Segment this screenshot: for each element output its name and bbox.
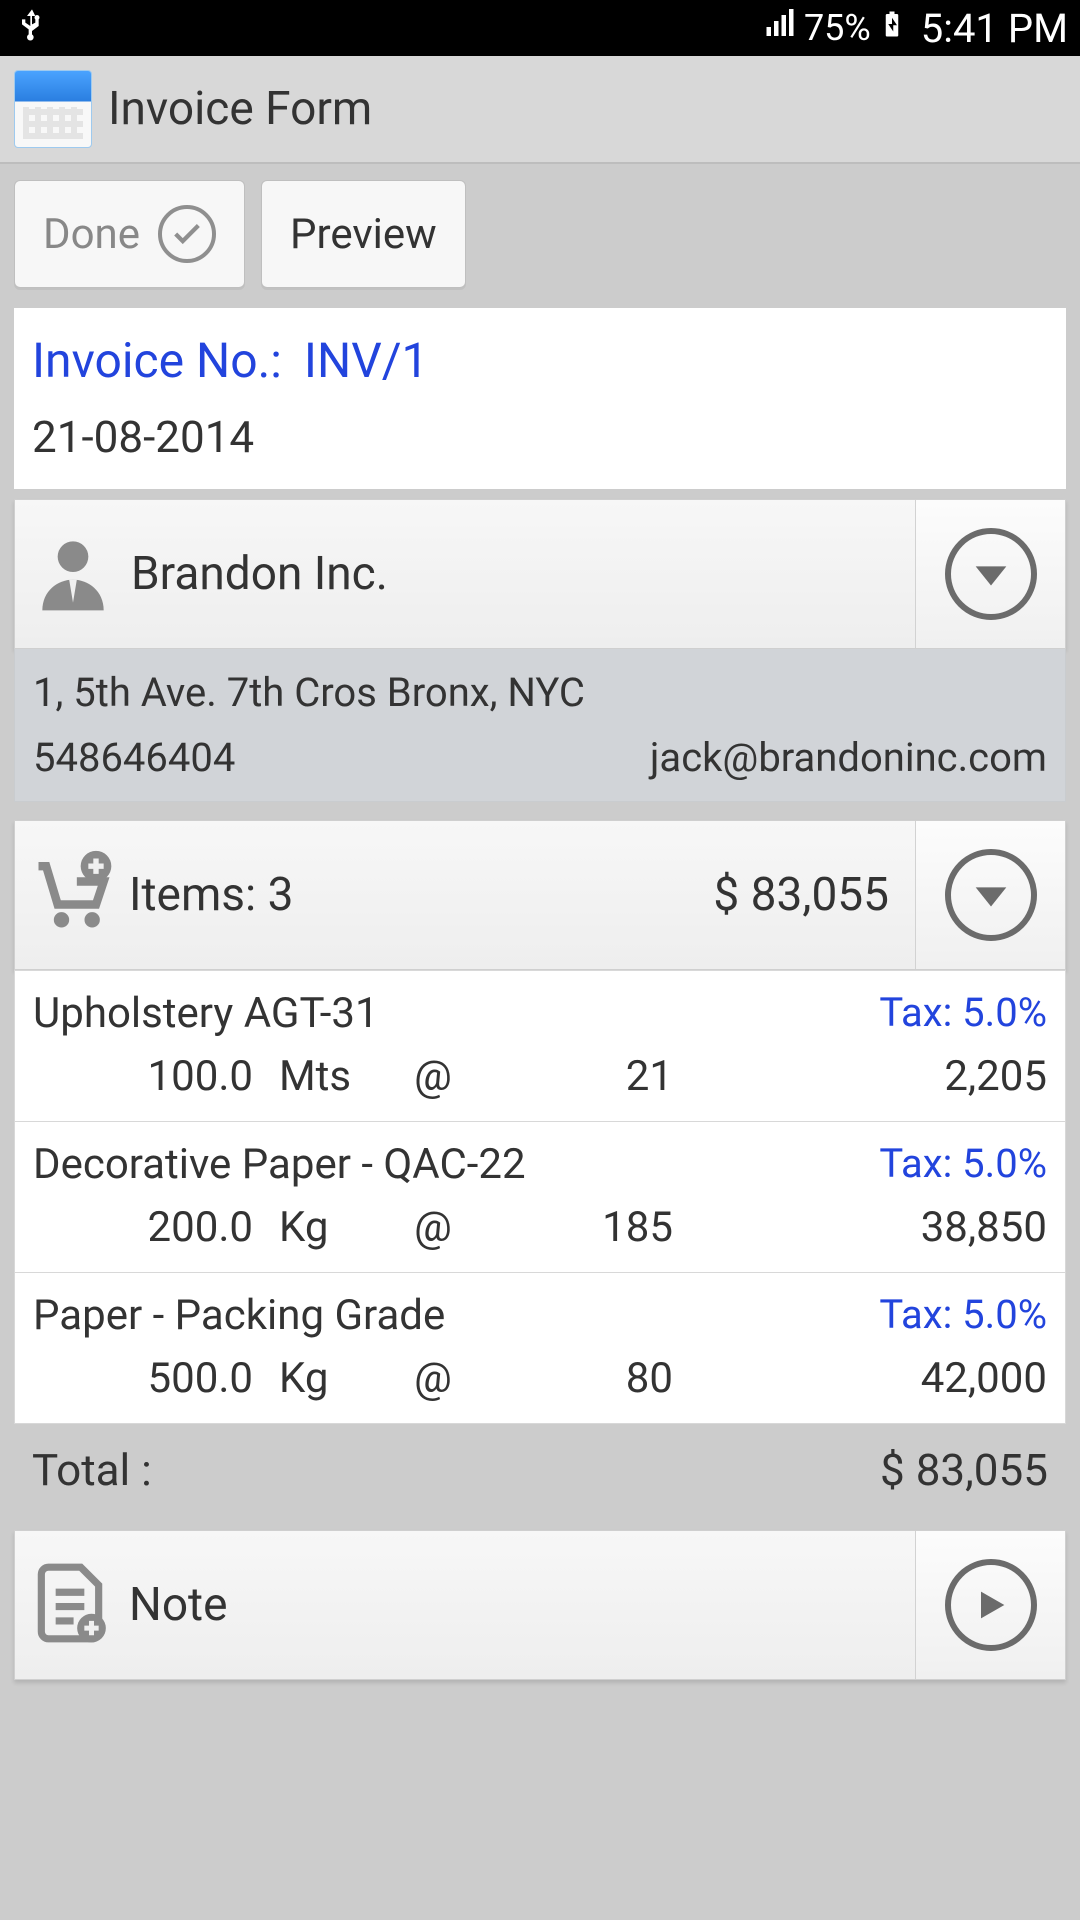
battery-percent: 75%: [804, 7, 871, 49]
status-time: 5:41 PM: [921, 5, 1068, 52]
items-expand-button[interactable]: [915, 821, 1065, 969]
item-unit: Kg: [253, 1354, 393, 1403]
done-button-label: Done: [43, 210, 140, 259]
item-rate: 185: [473, 1203, 673, 1252]
at-sign: @: [393, 1203, 473, 1252]
battery-charging-icon: [877, 3, 907, 54]
customer-email: jack@brandoninc.com: [650, 734, 1047, 781]
chevron-down-icon: [945, 528, 1037, 620]
checkmark-circle-icon: [158, 205, 216, 263]
done-button[interactable]: Done: [14, 180, 245, 288]
item-extended: 38,850: [673, 1203, 1047, 1252]
customer-expand-button[interactable]: [915, 500, 1065, 648]
invoice-header-card[interactable]: Invoice No.: INV/1 21-08-2014: [14, 308, 1066, 489]
chevron-down-icon: [945, 849, 1037, 941]
customer-details: 1, 5th Ave. 7th Cros Bronx, NYC 54864640…: [14, 649, 1066, 802]
cart-add-icon: [27, 847, 119, 943]
item-name: Decorative Paper - QAC-22: [33, 1140, 526, 1189]
app-icon: [14, 70, 92, 148]
items-list: Upholstery AGT-31 Tax: 5.0% 100.0 Mts @ …: [14, 970, 1066, 1424]
item-qty: 100.0: [33, 1052, 253, 1101]
invoice-number-value: INV/1: [304, 332, 429, 389]
at-sign: @: [393, 1354, 473, 1403]
total-value: $ 83,055: [880, 1444, 1048, 1496]
item-qty: 500.0: [33, 1354, 253, 1403]
item-extended: 42,000: [673, 1354, 1047, 1403]
item-extended: 2,205: [673, 1052, 1047, 1101]
app-bar: Invoice Form: [0, 56, 1080, 164]
items-panel-header[interactable]: Items: 3 $ 83,055: [14, 820, 1066, 970]
person-icon: [27, 526, 119, 622]
item-rate: 21: [473, 1052, 673, 1101]
customer-panel-header[interactable]: Brandon Inc.: [14, 499, 1066, 649]
note-expand-button[interactable]: [915, 1531, 1065, 1679]
item-tax: Tax: 5.0%: [879, 989, 1047, 1038]
signal-icon: [762, 6, 798, 51]
note-add-icon: [27, 1560, 113, 1650]
item-name: Upholstery AGT-31: [33, 989, 379, 1038]
item-rate: 80: [473, 1354, 673, 1403]
customer-name: Brandon Inc.: [131, 547, 388, 601]
preview-button-label: Preview: [290, 210, 437, 259]
app-title: Invoice Form: [108, 82, 372, 136]
note-panel-header[interactable]: Note: [14, 1530, 1066, 1680]
preview-button[interactable]: Preview: [261, 180, 466, 288]
item-unit: Kg: [253, 1203, 393, 1252]
line-item[interactable]: Upholstery AGT-31 Tax: 5.0% 100.0 Mts @ …: [14, 970, 1066, 1122]
item-tax: Tax: 5.0%: [879, 1140, 1047, 1189]
invoice-date: 21-08-2014: [32, 411, 1048, 463]
customer-phone: 548646404: [33, 734, 235, 781]
line-item[interactable]: Decorative Paper - QAC-22 Tax: 5.0% 200.…: [14, 1122, 1066, 1273]
usb-icon: [12, 4, 52, 52]
item-qty: 200.0: [33, 1203, 253, 1252]
total-row: Total : $ 83,055: [14, 1424, 1066, 1516]
items-count-label: Items: 3: [129, 868, 293, 922]
note-label: Note: [129, 1578, 228, 1632]
item-name: Paper - Packing Grade: [33, 1291, 445, 1340]
line-item[interactable]: Paper - Packing Grade Tax: 5.0% 500.0 Kg…: [14, 1273, 1066, 1424]
items-total-amount: $ 83,055: [713, 868, 889, 922]
at-sign: @: [393, 1052, 473, 1101]
play-icon: [945, 1559, 1037, 1651]
total-label: Total :: [32, 1444, 152, 1496]
invoice-number-label: Invoice No.:: [32, 332, 282, 389]
item-unit: Mts: [253, 1052, 393, 1101]
item-tax: Tax: 5.0%: [879, 1291, 1047, 1340]
customer-address: 1, 5th Ave. 7th Cros Bronx, NYC: [33, 669, 1047, 716]
android-status-bar: 75% 5:41 PM: [0, 0, 1080, 56]
